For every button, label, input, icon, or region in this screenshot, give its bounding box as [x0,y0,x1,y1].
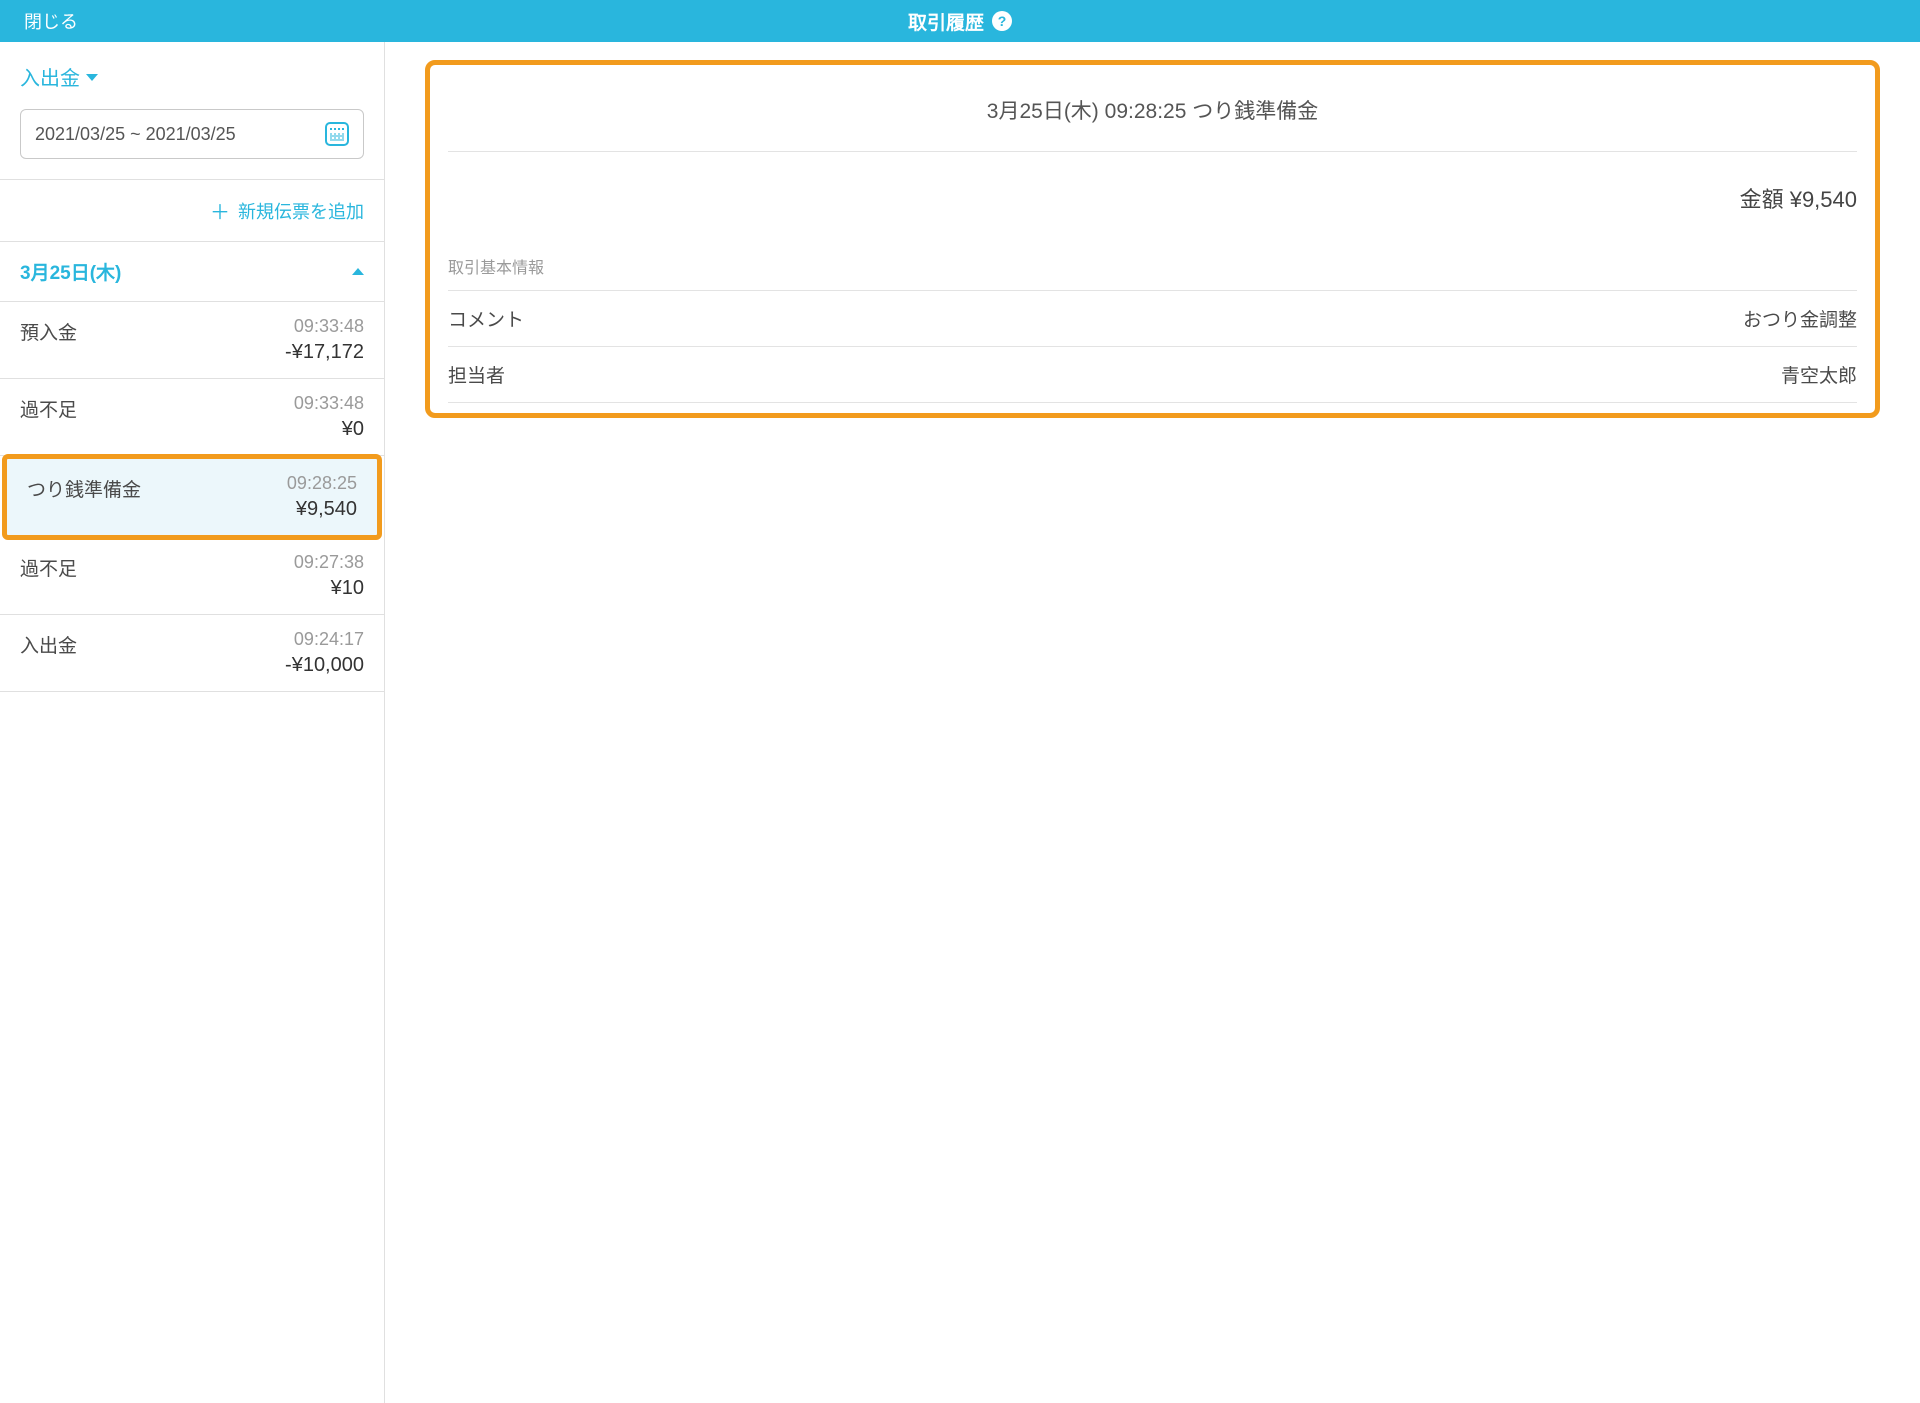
detail-amount: 金額 ¥9,540 [430,152,1875,254]
transaction-time: 09:28:25 [287,473,357,494]
detail-section-label: 取引基本情報 [430,254,1875,290]
sidebar: 入出金 2021/03/25 ~ 2021/03/25 ＋ 新規伝票を追加 3月… [0,42,385,1403]
transaction-amount: ¥10 [294,577,364,600]
plus-icon: ＋ [210,196,230,225]
transaction-label: 預入金 [20,316,77,364]
detail-staff-row: 担当者 青空太郎 [448,346,1857,403]
close-button[interactable]: 閉じる [24,8,78,34]
filter-dropdown[interactable]: 入出金 [20,62,364,91]
date-group-label: 3月25日(木) [20,258,121,285]
filter-label-text: 入出金 [20,62,80,91]
header-title-wrap: 取引履歴 ? [908,8,1012,35]
page-title: 取引履歴 [908,8,984,35]
app-header: 閉じる 取引履歴 ? [0,0,1920,42]
detail-staff-value: 青空太郎 [1781,361,1857,388]
transaction-item[interactable]: 入出金 09:24:17 -¥10,000 [0,615,384,692]
transaction-label: つり銭準備金 [27,473,141,521]
transaction-item[interactable]: 過不足 09:33:48 ¥0 [0,379,384,456]
transaction-label: 過不足 [20,552,77,600]
date-range-text: 2021/03/25 ~ 2021/03/25 [35,124,236,145]
chevron-up-icon [352,268,364,275]
transaction-item-selected[interactable]: つり銭準備金 09:28:25 ¥9,540 [2,454,382,540]
filter-section: 入出金 2021/03/25 ~ 2021/03/25 [0,42,384,180]
detail-comment-label: コメント [448,305,524,332]
date-group-header[interactable]: 3月25日(木) [0,242,384,302]
detail-card: 3月25日(木) 09:28:25 つり銭準備金 金額 ¥9,540 取引基本情… [425,60,1880,418]
detail-comment-row: コメント おつり金調整 [448,290,1857,346]
help-icon[interactable]: ? [992,11,1012,31]
transaction-item[interactable]: 過不足 09:27:38 ¥10 [0,538,384,615]
transaction-list: 預入金 09:33:48 -¥17,172 過不足 09:33:48 ¥0 つり… [0,302,384,692]
add-slip-label: 新規伝票を追加 [238,198,364,224]
transaction-label: 過不足 [20,393,77,441]
transaction-time: 09:33:48 [294,393,364,414]
date-range-picker[interactable]: 2021/03/25 ~ 2021/03/25 [20,109,364,159]
detail-comment-value: おつり金調整 [1743,305,1857,332]
transaction-time: 09:27:38 [294,552,364,573]
transaction-amount: -¥10,000 [285,654,364,677]
transaction-amount: -¥17,172 [285,341,364,364]
transaction-amount: ¥0 [294,418,364,441]
add-slip-button[interactable]: ＋ 新規伝票を追加 [0,180,384,242]
transaction-amount: ¥9,540 [287,498,357,521]
detail-title: 3月25日(木) 09:28:25 つり銭準備金 [448,65,1857,152]
transaction-time: 09:24:17 [285,629,364,650]
transaction-label: 入出金 [20,629,77,677]
detail-staff-label: 担当者 [448,361,505,388]
calendar-icon [325,122,349,146]
main-layout: 入出金 2021/03/25 ~ 2021/03/25 ＋ 新規伝票を追加 3月… [0,42,1920,1403]
detail-panel: 3月25日(木) 09:28:25 つり銭準備金 金額 ¥9,540 取引基本情… [385,42,1920,1403]
chevron-down-icon [86,74,98,81]
transaction-time: 09:33:48 [285,316,364,337]
transaction-item[interactable]: 預入金 09:33:48 -¥17,172 [0,302,384,379]
